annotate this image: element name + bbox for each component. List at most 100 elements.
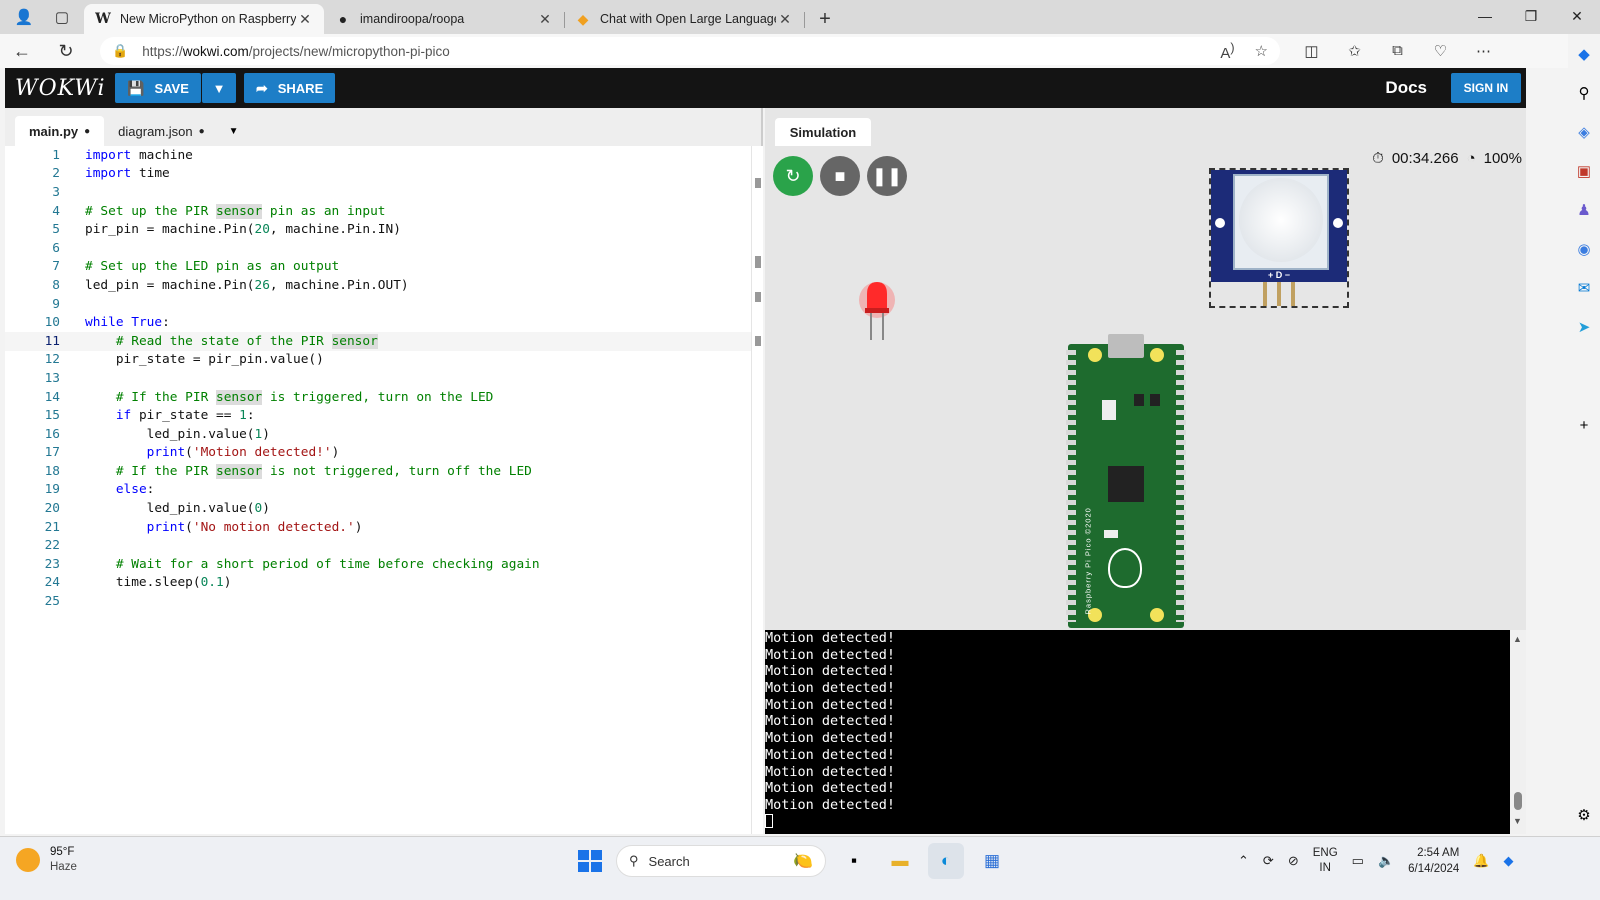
restart-simulation-button[interactable]: ↻ <box>773 156 813 196</box>
serial-scrollbar[interactable]: ▲ ▼ <box>1510 630 1526 834</box>
code-line[interactable]: 13 <box>5 369 751 388</box>
microsoft-store-icon[interactable]: ▦ <box>974 843 1010 879</box>
code-line[interactable]: 1 import machine <box>5 146 751 165</box>
code-line[interactable]: 20 led_pin.value(0) <box>5 499 751 518</box>
tools-icon[interactable]: ▣ <box>1577 151 1591 190</box>
copilot-icon[interactable]: ◆ <box>1578 34 1590 73</box>
task-view-icon[interactable]: ▪ <box>836 843 872 879</box>
code-line[interactable]: 7 # Set up the LED pin as an output <box>5 258 751 277</box>
serial-monitor[interactable]: Motion detected! Motion detected! Motion d… <box>765 630 1510 834</box>
outlook-icon[interactable]: ✉ <box>1578 268 1591 307</box>
display-icon[interactable]: ▭ <box>1352 853 1364 869</box>
taskbar-search[interactable]: ⚲ Search 🍋 <box>616 845 826 877</box>
office-icon[interactable]: ◉ <box>1577 229 1590 268</box>
code-line[interactable]: 14 # If the PIR sensor is triggered, tur… <box>5 388 751 407</box>
code-line[interactable]: 8 led_pin = machine.Pin(26, machine.Pin.O… <box>5 276 751 295</box>
tab-diagram-json[interactable]: diagram.json ● <box>104 116 218 146</box>
close-tab-icon[interactable]: ✕ <box>776 11 794 28</box>
tab-actions-icon[interactable]: ▢ <box>50 5 74 29</box>
wokwi-logo[interactable]: WOKWi <box>15 76 107 101</box>
code-line[interactable]: 21 print('No motion detected.') <box>5 518 751 537</box>
close-tab-icon[interactable]: ✕ <box>536 11 554 28</box>
code-line[interactable]: 23 # Wait for a short period of time bef… <box>5 555 751 574</box>
code-line[interactable]: 18 # If the PIR sensor is not triggered,… <box>5 462 751 481</box>
stop-simulation-button[interactable]: ■ <box>820 156 860 196</box>
scroll-down-icon[interactable]: ▼ <box>1513 816 1522 826</box>
volume-icon[interactable]: 🔈 <box>1378 853 1394 869</box>
weather-widget[interactable]: 95°F Haze <box>16 845 77 875</box>
code-line[interactable]: 4 # Set up the PIR sensor pin as an input <box>5 202 751 221</box>
url-field[interactable]: 🔒 https://wokwi.com/projects/new/micropy… <box>100 37 1280 65</box>
browser-tab-chat[interactable]: ◆ Chat with Open Large Language ✕ <box>564 4 805 34</box>
editor-scrollbar[interactable] <box>751 146 763 834</box>
favorite-star-icon[interactable]: ☆ <box>1255 42 1268 60</box>
split-screen-icon[interactable]: ◫ <box>1290 42 1333 60</box>
minimize-icon[interactable]: — <box>1462 0 1508 32</box>
close-tab-icon[interactable]: ✕ <box>296 11 314 28</box>
network-off-icon[interactable]: ⊘ <box>1288 853 1299 869</box>
code-line[interactable]: 2 import time <box>5 165 751 184</box>
simulation-speed: 100% <box>1483 150 1522 167</box>
file-explorer-icon[interactable]: ▬ <box>882 843 918 879</box>
code-line[interactable]: 9 <box>5 295 751 314</box>
code-line[interactable]: 25 <box>5 592 751 611</box>
code-line[interactable]: 24 time.sleep(0.1) <box>5 574 751 593</box>
games-icon[interactable]: ♟ <box>1577 190 1590 229</box>
back-icon[interactable]: ← <box>0 41 44 62</box>
line-number: 1 <box>52 147 60 163</box>
code-line[interactable]: 3 <box>5 183 751 202</box>
edge-browser-icon[interactable]: ◐ <box>928 843 964 879</box>
code-line[interactable]: 12 pir_state = pir_pin.value() <box>5 351 751 370</box>
sync-icon[interactable]: ⟳ <box>1263 853 1274 869</box>
favorites-icon[interactable]: ✩ <box>1333 42 1376 60</box>
more-files-chevron-icon[interactable]: ▼ <box>229 116 239 146</box>
code-line[interactable]: 11 # Read the state of the PIR sensor <box>5 331 751 351</box>
share-arrow-icon: ➦ <box>256 79 268 96</box>
sign-in-button[interactable]: SIGN IN <box>1451 73 1521 103</box>
pause-simulation-button[interactable]: ❚❚ <box>867 156 907 196</box>
extensions-icon[interactable]: ♡ <box>1419 42 1462 60</box>
refresh-icon[interactable]: ↻ <box>44 41 88 62</box>
windows-start-icon[interactable] <box>572 844 606 878</box>
tab-main-py[interactable]: main.py ● <box>15 116 105 146</box>
scroll-up-icon[interactable]: ▲ <box>1513 634 1522 644</box>
collections-icon[interactable]: ⧉ <box>1376 42 1419 60</box>
code-area[interactable]: 1 import machine 2 import time 3 4 # Set up th… <box>5 146 751 834</box>
telegram-icon[interactable]: ➤ <box>1578 307 1591 346</box>
save-options-button[interactable]: ▼ <box>202 73 236 103</box>
profile-icon[interactable]: 👤 <box>12 5 36 29</box>
language-indicator[interactable]: ENG IN <box>1313 846 1338 876</box>
code-line[interactable]: 15 if pir_state == 1: <box>5 406 751 425</box>
close-window-icon[interactable]: ✕ <box>1554 0 1600 32</box>
settings-icon[interactable]: ⚙ <box>1577 795 1590 834</box>
floppy-disk-icon: 💾 <box>127 79 145 96</box>
red-led[interactable] <box>857 278 897 348</box>
code-line[interactable]: 17 print('Motion detected!') <box>5 444 751 463</box>
code-line[interactable]: 19 else: <box>5 481 751 500</box>
code-line[interactable]: 10 while True: <box>5 313 751 332</box>
more-icon[interactable]: ⋯ <box>1462 42 1505 60</box>
code-line[interactable]: 16 led_pin.value(1) <box>5 425 751 444</box>
save-button[interactable]: 💾 SAVE <box>115 73 201 103</box>
code-line[interactable]: 5 pir_pin = machine.Pin(20, machine.Pin.I… <box>5 220 751 239</box>
add-icon[interactable]: + <box>1580 406 1589 445</box>
code-line[interactable]: 22 <box>5 536 751 555</box>
search-icon[interactable]: ⚲ <box>1579 73 1590 112</box>
simulation-tab[interactable]: Simulation <box>775 118 871 146</box>
new-tab-button[interactable]: + <box>810 4 840 34</box>
share-button[interactable]: ➦ SHARE <box>244 73 335 103</box>
notification-bell-icon[interactable]: 🔔 <box>1473 853 1489 869</box>
browser-tab-github[interactable]: ● imandiroopa/roopa ✕ <box>324 4 565 34</box>
read-aloud-icon[interactable]: A) <box>1220 41 1234 62</box>
tab-label: main.py <box>29 123 79 139</box>
copilot-taskbar-icon[interactable]: ◆ <box>1503 853 1513 869</box>
shopping-icon[interactable]: ◈ <box>1578 112 1590 151</box>
code-line[interactable]: 6 <box>5 239 751 258</box>
pir-motion-sensor[interactable]: + D − <box>1209 168 1349 308</box>
chevron-up-icon[interactable]: ⌃ <box>1238 853 1249 869</box>
clock[interactable]: 2:54 AM 6/14/2024 <box>1408 845 1459 877</box>
restore-icon[interactable]: ❐ <box>1508 0 1554 32</box>
docs-link[interactable]: Docs <box>1385 78 1427 98</box>
browser-tab-wokwi[interactable]: W New MicroPython on Raspberry Pi ✕ <box>84 4 324 34</box>
raspberry-pi-pico-board[interactable]: Raspberry Pi Pico ©2020 <box>1066 334 1186 628</box>
